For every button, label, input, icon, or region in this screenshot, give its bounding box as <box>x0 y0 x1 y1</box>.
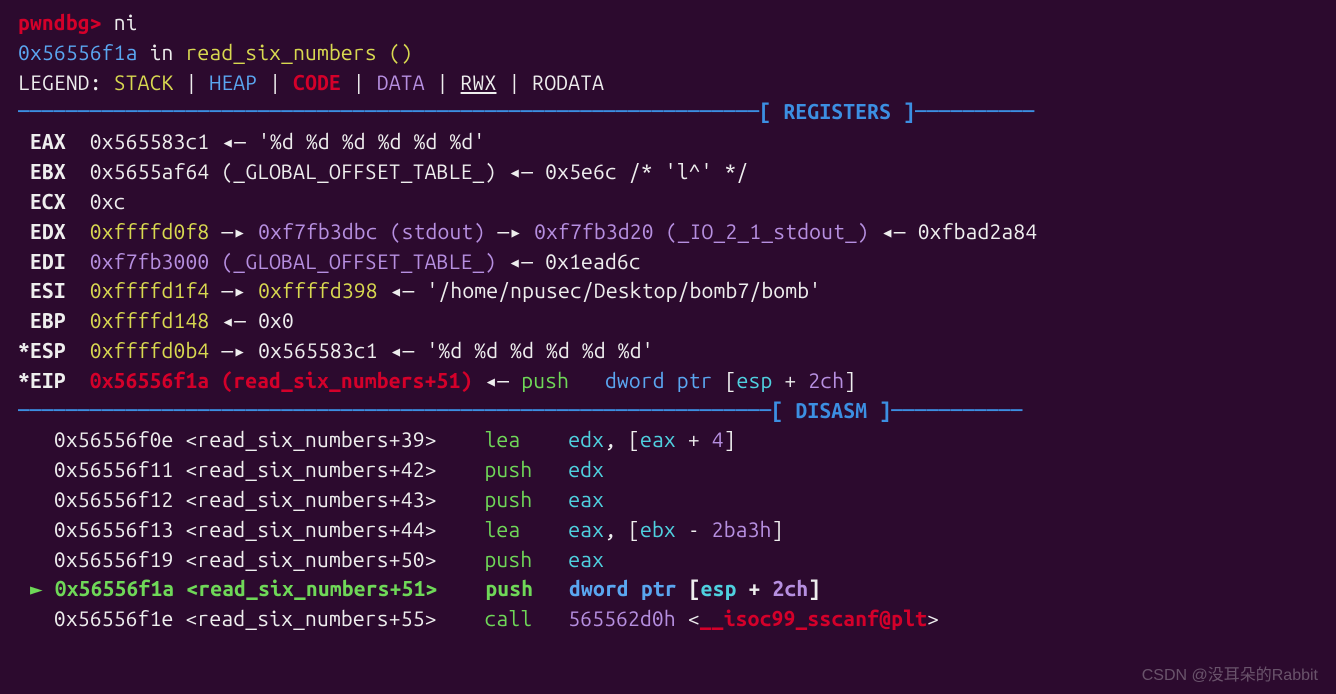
disasm-operand: eax <box>568 487 604 511</box>
disasm-mnemonic: push <box>484 487 532 511</box>
disasm-sym: <read_six_numbers+43> <box>185 487 436 511</box>
status-func: read_six_numbers () <box>185 40 412 64</box>
disasm-mnemonic: lea <box>484 427 520 451</box>
disasm-line: 0x56556f11 <read_six_numbers+42> push ed… <box>0 455 1336 485</box>
reg-ebp: EBP 0xffffd148 ◂— 0x0 <box>0 306 1336 336</box>
status-addr: 0x56556f1a <box>18 40 138 64</box>
prompt-cmd[interactable]: ni <box>114 10 138 34</box>
disasm-addr: 0x56556f11 <box>54 457 186 481</box>
disasm-sym: <read_six_numbers+42> <box>185 457 436 481</box>
disasm-operand: 4 <box>712 427 724 451</box>
disasm-operand: ] <box>808 576 820 600</box>
disasm-line: 0x56556f12 <read_six_numbers+43> push ea… <box>0 485 1336 515</box>
status-line: 0x56556f1a in read_six_numbers () <box>0 38 1336 68</box>
disasm-cursor-icon <box>18 517 54 541</box>
legend-code: CODE <box>293 70 341 94</box>
disasm-operand: < <box>688 606 700 630</box>
disasm-line: 0x56556f0e <read_six_numbers+39> lea edx… <box>0 425 1336 455</box>
disasm-operand: edx <box>568 427 604 451</box>
reg-eip: *EIP 0x56556f1a (read_six_numbers+51) ◂—… <box>0 366 1336 396</box>
disasm-line: 0x56556f13 <read_six_numbers+44> lea eax… <box>0 515 1336 545</box>
legend-data: DATA <box>377 70 425 94</box>
disasm-operand: [ <box>628 427 640 451</box>
disasm-cursor-icon <box>18 487 54 511</box>
disasm-sym: <read_six_numbers+39> <box>185 427 436 451</box>
disasm-operand: 565562d0h <box>568 606 688 630</box>
disasm-operand: > <box>927 606 939 630</box>
disasm-addr: 0x56556f0e <box>54 427 186 451</box>
disasm-addr: 0x56556f1a <box>55 576 187 600</box>
disasm-mnemonic: call <box>484 606 532 630</box>
disasm-operand: __isoc99_sscanf@plt <box>700 606 927 630</box>
disasm-addr: 0x56556f13 <box>54 517 186 541</box>
disasm-operand: ] <box>772 517 784 541</box>
section-header-disasm: ────────────────────────────────────────… <box>0 396 1336 426</box>
reg-ecx: ECX 0xc <box>0 187 1336 217</box>
disasm-cursor-icon <box>18 606 54 630</box>
disasm-operand: edx <box>568 457 604 481</box>
disasm-mnemonic: lea <box>484 517 520 541</box>
reg-edi: EDI 0xf7fb3000 (_GLOBAL_OFFSET_TABLE_) ◂… <box>0 247 1336 277</box>
disasm-operand: eax <box>568 517 604 541</box>
disasm-operand: eax <box>640 427 688 451</box>
disasm-operand: ebx <box>640 517 688 541</box>
disasm-operand: eax <box>568 547 604 571</box>
reg-esp: *ESP 0xffffd0b4 —▸ 0x565583c1 ◂— '%d %d … <box>0 336 1336 366</box>
disasm-line-current: ► 0x56556f1a <read_six_numbers+51> push … <box>0 574 1336 604</box>
disasm-body: 0x56556f0e <read_six_numbers+39> lea edx… <box>0 425 1336 634</box>
disasm-mnemonic: push <box>484 457 532 481</box>
disasm-sym: <read_six_numbers+44> <box>185 517 436 541</box>
disasm-operand: + <box>688 427 712 451</box>
section-header-registers: ────────────────────────────────────────… <box>0 97 1336 127</box>
disasm-operand: 2ch <box>772 576 808 600</box>
disasm-line: 0x56556f19 <read_six_numbers+50> push ea… <box>0 545 1336 575</box>
prompt-line: pwndbg> ni <box>0 8 1336 38</box>
watermark: CSDN @没耳朵的Rabbit <box>1142 665 1318 688</box>
disasm-line: 0x56556f1e <read_six_numbers+55> call 56… <box>0 604 1336 634</box>
disasm-operand: [ <box>689 576 701 600</box>
disasm-mnemonic: push <box>484 547 532 571</box>
legend-rodata: RODATA <box>532 70 604 94</box>
disasm-cursor-icon <box>18 457 54 481</box>
reg-edx: EDX 0xffffd0f8 —▸ 0xf7fb3dbc (stdout) —▸… <box>0 217 1336 247</box>
disasm-addr: 0x56556f12 <box>54 487 186 511</box>
disasm-addr: 0x56556f1e <box>54 606 186 630</box>
reg-esi: ESI 0xffffd1f4 —▸ 0xffffd398 ◂— '/home/n… <box>0 276 1336 306</box>
disasm-sym: <read_six_numbers+50> <box>185 547 436 571</box>
disasm-operand: 2ba3h <box>712 517 772 541</box>
legend-stack: STACK <box>114 70 174 94</box>
reg-eax: EAX 0x565583c1 ◂— '%d %d %d %d %d %d' <box>0 127 1336 157</box>
disasm-addr: 0x56556f19 <box>54 547 186 571</box>
disasm-operand: ] <box>724 427 736 451</box>
disasm-mnemonic: push <box>485 576 533 600</box>
reg-ebx: EBX 0x5655af64 (_GLOBAL_OFFSET_TABLE_) ◂… <box>0 157 1336 187</box>
disasm-operand: [ <box>628 517 640 541</box>
disasm-cursor-icon <box>18 547 54 571</box>
legend-rwx: RWX <box>461 70 497 94</box>
disasm-cursor-icon <box>18 427 54 451</box>
legend-heap: HEAP <box>209 70 257 94</box>
legend-line: LEGEND: STACK | HEAP | CODE | DATA | RWX… <box>0 68 1336 98</box>
disasm-sym: <read_six_numbers+55> <box>185 606 436 630</box>
disasm-operand: , <box>604 427 628 451</box>
disasm-operand: + <box>749 576 773 600</box>
disasm-cursor-icon: ► <box>18 576 55 600</box>
disasm-operand: - <box>688 517 712 541</box>
disasm-sym: <read_six_numbers+51> <box>186 576 437 600</box>
disasm-operand: esp <box>701 576 749 600</box>
disasm-operand: , <box>604 517 628 541</box>
disasm-operand: dword ptr <box>569 576 689 600</box>
prompt-prefix[interactable]: pwndbg> <box>18 10 114 34</box>
